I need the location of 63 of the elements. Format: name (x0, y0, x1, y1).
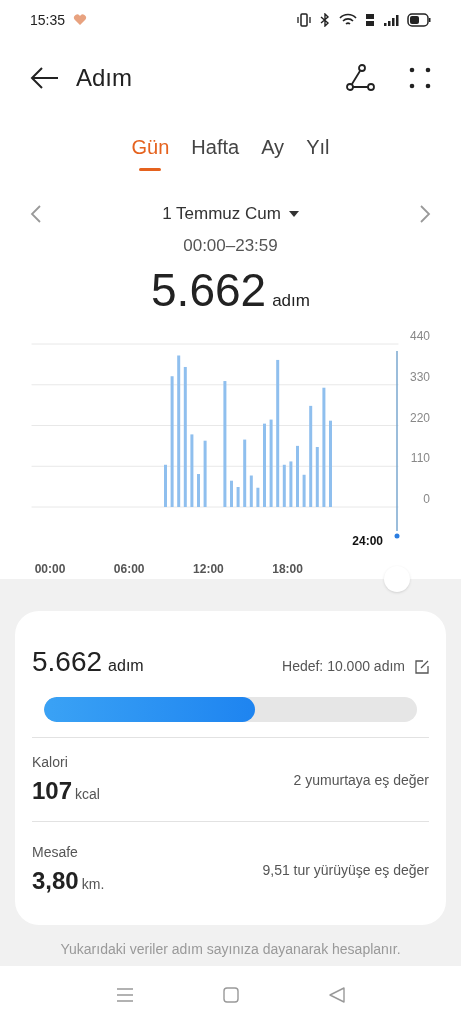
step-bar (236, 487, 240, 507)
back-triangle-icon[interactable] (328, 987, 345, 1003)
metric-value: 107 (32, 776, 73, 806)
step-bar (249, 475, 253, 507)
y-tick-label: 330 (409, 369, 430, 384)
home-square-icon[interactable] (222, 987, 239, 1003)
metric-unit: km. (81, 875, 105, 894)
step-bar (164, 464, 167, 507)
period-tab[interactable]: Hafta (191, 132, 240, 171)
step-bar (302, 474, 306, 507)
y-tick-label: 0 (423, 492, 430, 506)
metric-equivalent: 2 yumurtaya eş değer (293, 771, 429, 790)
more-dots-icon[interactable] (409, 67, 431, 89)
metric-label: Kalori (32, 753, 69, 772)
footnote: Yukarıdaki veriler adım sayınıza dayanarak hesaplanır. (60, 940, 401, 959)
volte-icon (365, 13, 375, 27)
cursor-time-label: 24:00 (352, 534, 383, 548)
page-title: Adım (76, 63, 132, 93)
edit-icon[interactable] (415, 659, 429, 674)
step-bar (296, 445, 299, 507)
step-bar (203, 440, 207, 507)
metric-label: Mesafe (32, 843, 79, 862)
metric-unit: kcal (75, 785, 100, 804)
period-tab[interactable]: Yıl (306, 132, 330, 171)
step-count-unit: adım (108, 656, 144, 676)
time-range: 00:00–23:59 (182, 234, 279, 257)
slider-knob[interactable] (384, 566, 410, 592)
heart-icon (73, 14, 88, 26)
y-tick-label: 110 (410, 451, 430, 466)
chevron-right-icon[interactable] (419, 203, 431, 224)
signal-icon (383, 14, 399, 26)
vibrate-icon (297, 13, 311, 27)
battery-icon (407, 13, 431, 27)
date-label[interactable]: 1 Temmuz Cum (162, 201, 281, 227)
step-count: 5.662 (32, 645, 103, 679)
time-cursor[interactable] (394, 350, 400, 539)
chevron-left-icon[interactable] (30, 203, 42, 224)
metric-value: 3,80 (32, 866, 79, 896)
step-total: 5.662 (151, 263, 267, 318)
step-bar (243, 439, 247, 507)
step-bar (197, 474, 200, 507)
goal-label: Hedef: 10.000 adım (282, 657, 405, 676)
x-tick-label: 12:00 (193, 562, 224, 576)
back-arrow-icon[interactable] (30, 66, 60, 90)
metric-equivalent: 9,51 tur yürüyüşe eş değer (262, 861, 429, 880)
step-bar (230, 480, 233, 507)
wifi-icon (339, 13, 357, 27)
menu-icon[interactable] (116, 988, 133, 1002)
step-bar (282, 464, 286, 507)
y-tick-label: 220 (409, 410, 430, 425)
x-tick-label: 18:00 (272, 562, 303, 576)
bluetooth-icon (319, 13, 331, 27)
status-time: 15:35 (30, 10, 66, 30)
y-tick-label: 440 (409, 329, 430, 343)
step-bar (256, 487, 260, 507)
step-bar (289, 461, 293, 507)
x-tick-label: 06:00 (113, 562, 145, 576)
period-tab[interactable]: Ay (261, 132, 285, 171)
caret-icon[interactable] (288, 209, 299, 218)
x-tick-label: 00:00 (34, 562, 66, 576)
route-icon[interactable] (345, 63, 375, 93)
step-bar (315, 447, 319, 507)
step-unit: adım (272, 290, 310, 312)
